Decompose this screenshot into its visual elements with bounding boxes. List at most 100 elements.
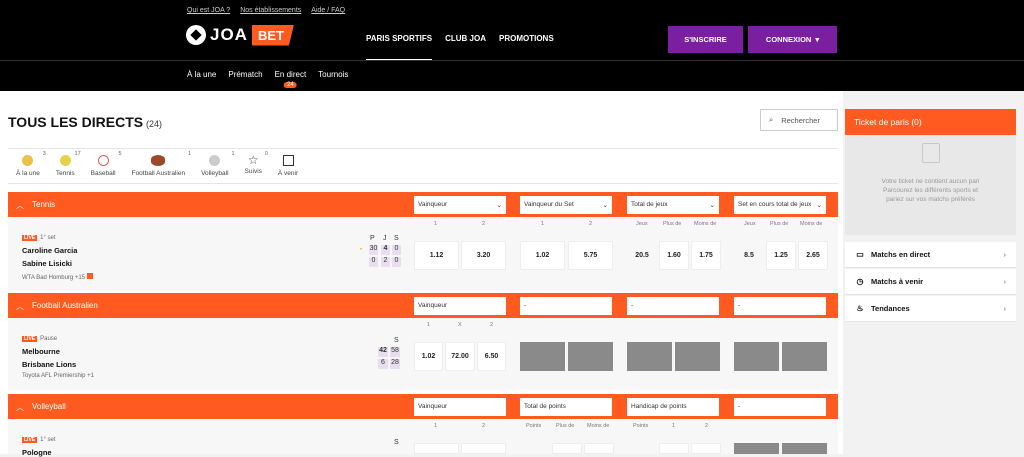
sport-filter-suivis[interactable]: 0 ☆ Suivis	[237, 149, 270, 183]
odd-button[interactable]: 1.60	[659, 241, 689, 270]
joa-logo-icon	[186, 25, 206, 45]
odd-placeholder	[734, 443, 779, 454]
sport-filter-a-venir[interactable]: À venir	[270, 149, 306, 183]
odd-button[interactable]: 1.12	[414, 241, 459, 270]
market-select[interactable]: -	[520, 297, 612, 315]
ticket-body: Votre ticket ne contient aucun pari Parc…	[845, 135, 1016, 204]
subnav-prematch[interactable]: Prématch	[228, 70, 262, 79]
odd-placeholder	[782, 443, 827, 454]
sport-filter-tennis[interactable]: 17 Tennis	[48, 149, 83, 183]
side-link-matchs-a-venir[interactable]: ◷ Matchs à venir ›	[845, 269, 1016, 295]
chevron-right-icon: ›	[1003, 304, 1007, 313]
section-title: Tennis	[32, 200, 56, 209]
competition[interactable]: WTA Bad Homburg +15	[22, 273, 93, 281]
match-status: LIVE 1° set	[22, 235, 56, 241]
odd-button[interactable]: 1.02	[414, 342, 443, 371]
market-select[interactable]: Handicap de points	[627, 398, 719, 416]
section-football-australien[interactable]: ︿ Football Australien Vainqueur - - -	[8, 293, 838, 318]
market-label: -	[631, 302, 634, 309]
market-select[interactable]: Total de points	[520, 398, 612, 416]
market-label: Total de jeux	[631, 201, 668, 208]
team-1[interactable]: Caroline Garcia	[22, 246, 77, 255]
score-cell: 28	[390, 359, 400, 369]
odd-button[interactable]: 3.20	[461, 241, 506, 270]
sport-filter-baseball[interactable]: 5 Baseball	[83, 149, 124, 183]
ticket-empty-text: Votre ticket ne contient aucun pari	[881, 178, 980, 185]
odd-button[interactable]: 1.75	[691, 241, 721, 270]
score-header: S	[394, 235, 399, 242]
odd-button[interactable]: 1.02	[520, 241, 565, 270]
odd-button[interactable]: 6.50	[477, 342, 506, 371]
odd-button[interactable]	[691, 443, 721, 454]
nav-promotions[interactable]: PROMOTIONS	[499, 34, 554, 61]
market-select[interactable]: Vainqueur ⌄	[414, 196, 506, 214]
joa-bet-logo[interactable]: JOA BET	[186, 24, 294, 46]
odd-button[interactable]	[552, 443, 582, 454]
odd-button[interactable]	[461, 443, 506, 454]
sport-count: 1	[231, 151, 235, 157]
subnav-en-direct[interactable]: En direct 24	[275, 70, 306, 88]
sport-label: Football Australien	[131, 170, 186, 177]
market-select[interactable]: -	[734, 297, 826, 315]
link-aide[interactable]: Aide / FAQ	[311, 7, 345, 14]
odd-button[interactable]	[584, 443, 614, 454]
col-header: 1	[434, 221, 438, 227]
header-divider	[0, 60, 1024, 61]
market-select[interactable]: -	[734, 398, 826, 416]
subscribe-button[interactable]: S'INSCRIRE	[668, 26, 743, 53]
ticket-title[interactable]: Ticket de paris (0)	[845, 109, 1016, 135]
col-header: Points	[633, 423, 649, 429]
score-cell: 0	[392, 257, 401, 267]
nav-club-joa[interactable]: CLUB JOA	[445, 34, 486, 61]
logo-bet-text: BET	[251, 24, 294, 46]
search-button[interactable]: ⌕ Rechercher	[760, 109, 838, 131]
status-text: 1° set	[40, 437, 56, 443]
sport-label: Tennis	[55, 170, 75, 177]
odd-button[interactable]: 5.75	[568, 241, 613, 270]
col-header: Plus de	[556, 423, 575, 429]
login-button[interactable]: CONNEXION ▾	[748, 26, 837, 53]
competition[interactable]: Toyota AFL Premiership +1	[22, 373, 94, 379]
status-text: Pause	[40, 336, 58, 342]
score-header: S	[394, 337, 399, 344]
subnav-tournois[interactable]: Tournois	[318, 70, 348, 79]
odd-button[interactable]: 72.00	[445, 342, 475, 371]
clock-icon: ◷	[856, 277, 864, 286]
football-icon	[151, 155, 166, 166]
team-1[interactable]: Pologne	[22, 448, 52, 457]
market-select[interactable]: Vainqueur	[414, 398, 506, 416]
link-etablissements[interactable]: Nos établissements	[240, 7, 301, 14]
odd-button[interactable]: 1.25	[766, 241, 796, 270]
side-link-matchs-en-direct[interactable]: ▭ Matchs en direct ›	[845, 242, 1016, 268]
section-tennis[interactable]: ︿ Tennis Vainqueur ⌄ Vainqueur du Set ⌄ To…	[8, 192, 838, 217]
sport-filter-football-australien[interactable]: 1 Football Australien	[124, 149, 193, 183]
live-badge: LIVE	[22, 235, 38, 241]
side-link-tendances[interactable]: ♨ Tendances ›	[845, 296, 1016, 322]
nav-paris-sportifs[interactable]: PARIS SPORTIFS	[366, 34, 433, 61]
market-select[interactable]: Set en cours total de jeux ⌄	[734, 196, 826, 214]
stats-icon	[86, 273, 93, 279]
market-select[interactable]: Vainqueur du Set ⌄	[520, 196, 612, 214]
odd-button[interactable]	[414, 443, 459, 454]
market-select[interactable]: Vainqueur	[414, 297, 506, 315]
sport-label: Volleyball	[201, 170, 229, 177]
market-select[interactable]: -	[627, 297, 719, 315]
score-header: P	[370, 235, 375, 242]
market-select[interactable]: Total de jeux ⌄	[627, 196, 719, 214]
col-header: Jeux	[636, 221, 648, 227]
sport-filter-volleyball[interactable]: 1 Volleyball	[193, 149, 236, 183]
score-header: S	[394, 439, 399, 446]
team-2[interactable]: Brisbane Lions	[22, 360, 76, 369]
line-value: 20.5	[635, 252, 649, 259]
match-status: LIVE 1° set	[22, 437, 56, 443]
odd-button[interactable]: 2.65	[798, 241, 828, 270]
odd-button[interactable]	[659, 443, 689, 454]
link-qui-est-joa[interactable]: Qui est JOA ?	[187, 7, 230, 14]
market-label: Vainqueur	[418, 201, 448, 208]
section-volleyball[interactable]: ︿ Volleyball Vainqueur Total de points H…	[8, 394, 838, 419]
team-1[interactable]: Melbourne	[22, 347, 60, 356]
subnav-a-la-une[interactable]: À la une	[187, 70, 216, 79]
team-2[interactable]: Sabine Lisicki	[22, 259, 72, 268]
sport-filter-a-la-une[interactable]: 3 À la une	[8, 149, 48, 183]
score-header: J	[383, 235, 387, 242]
